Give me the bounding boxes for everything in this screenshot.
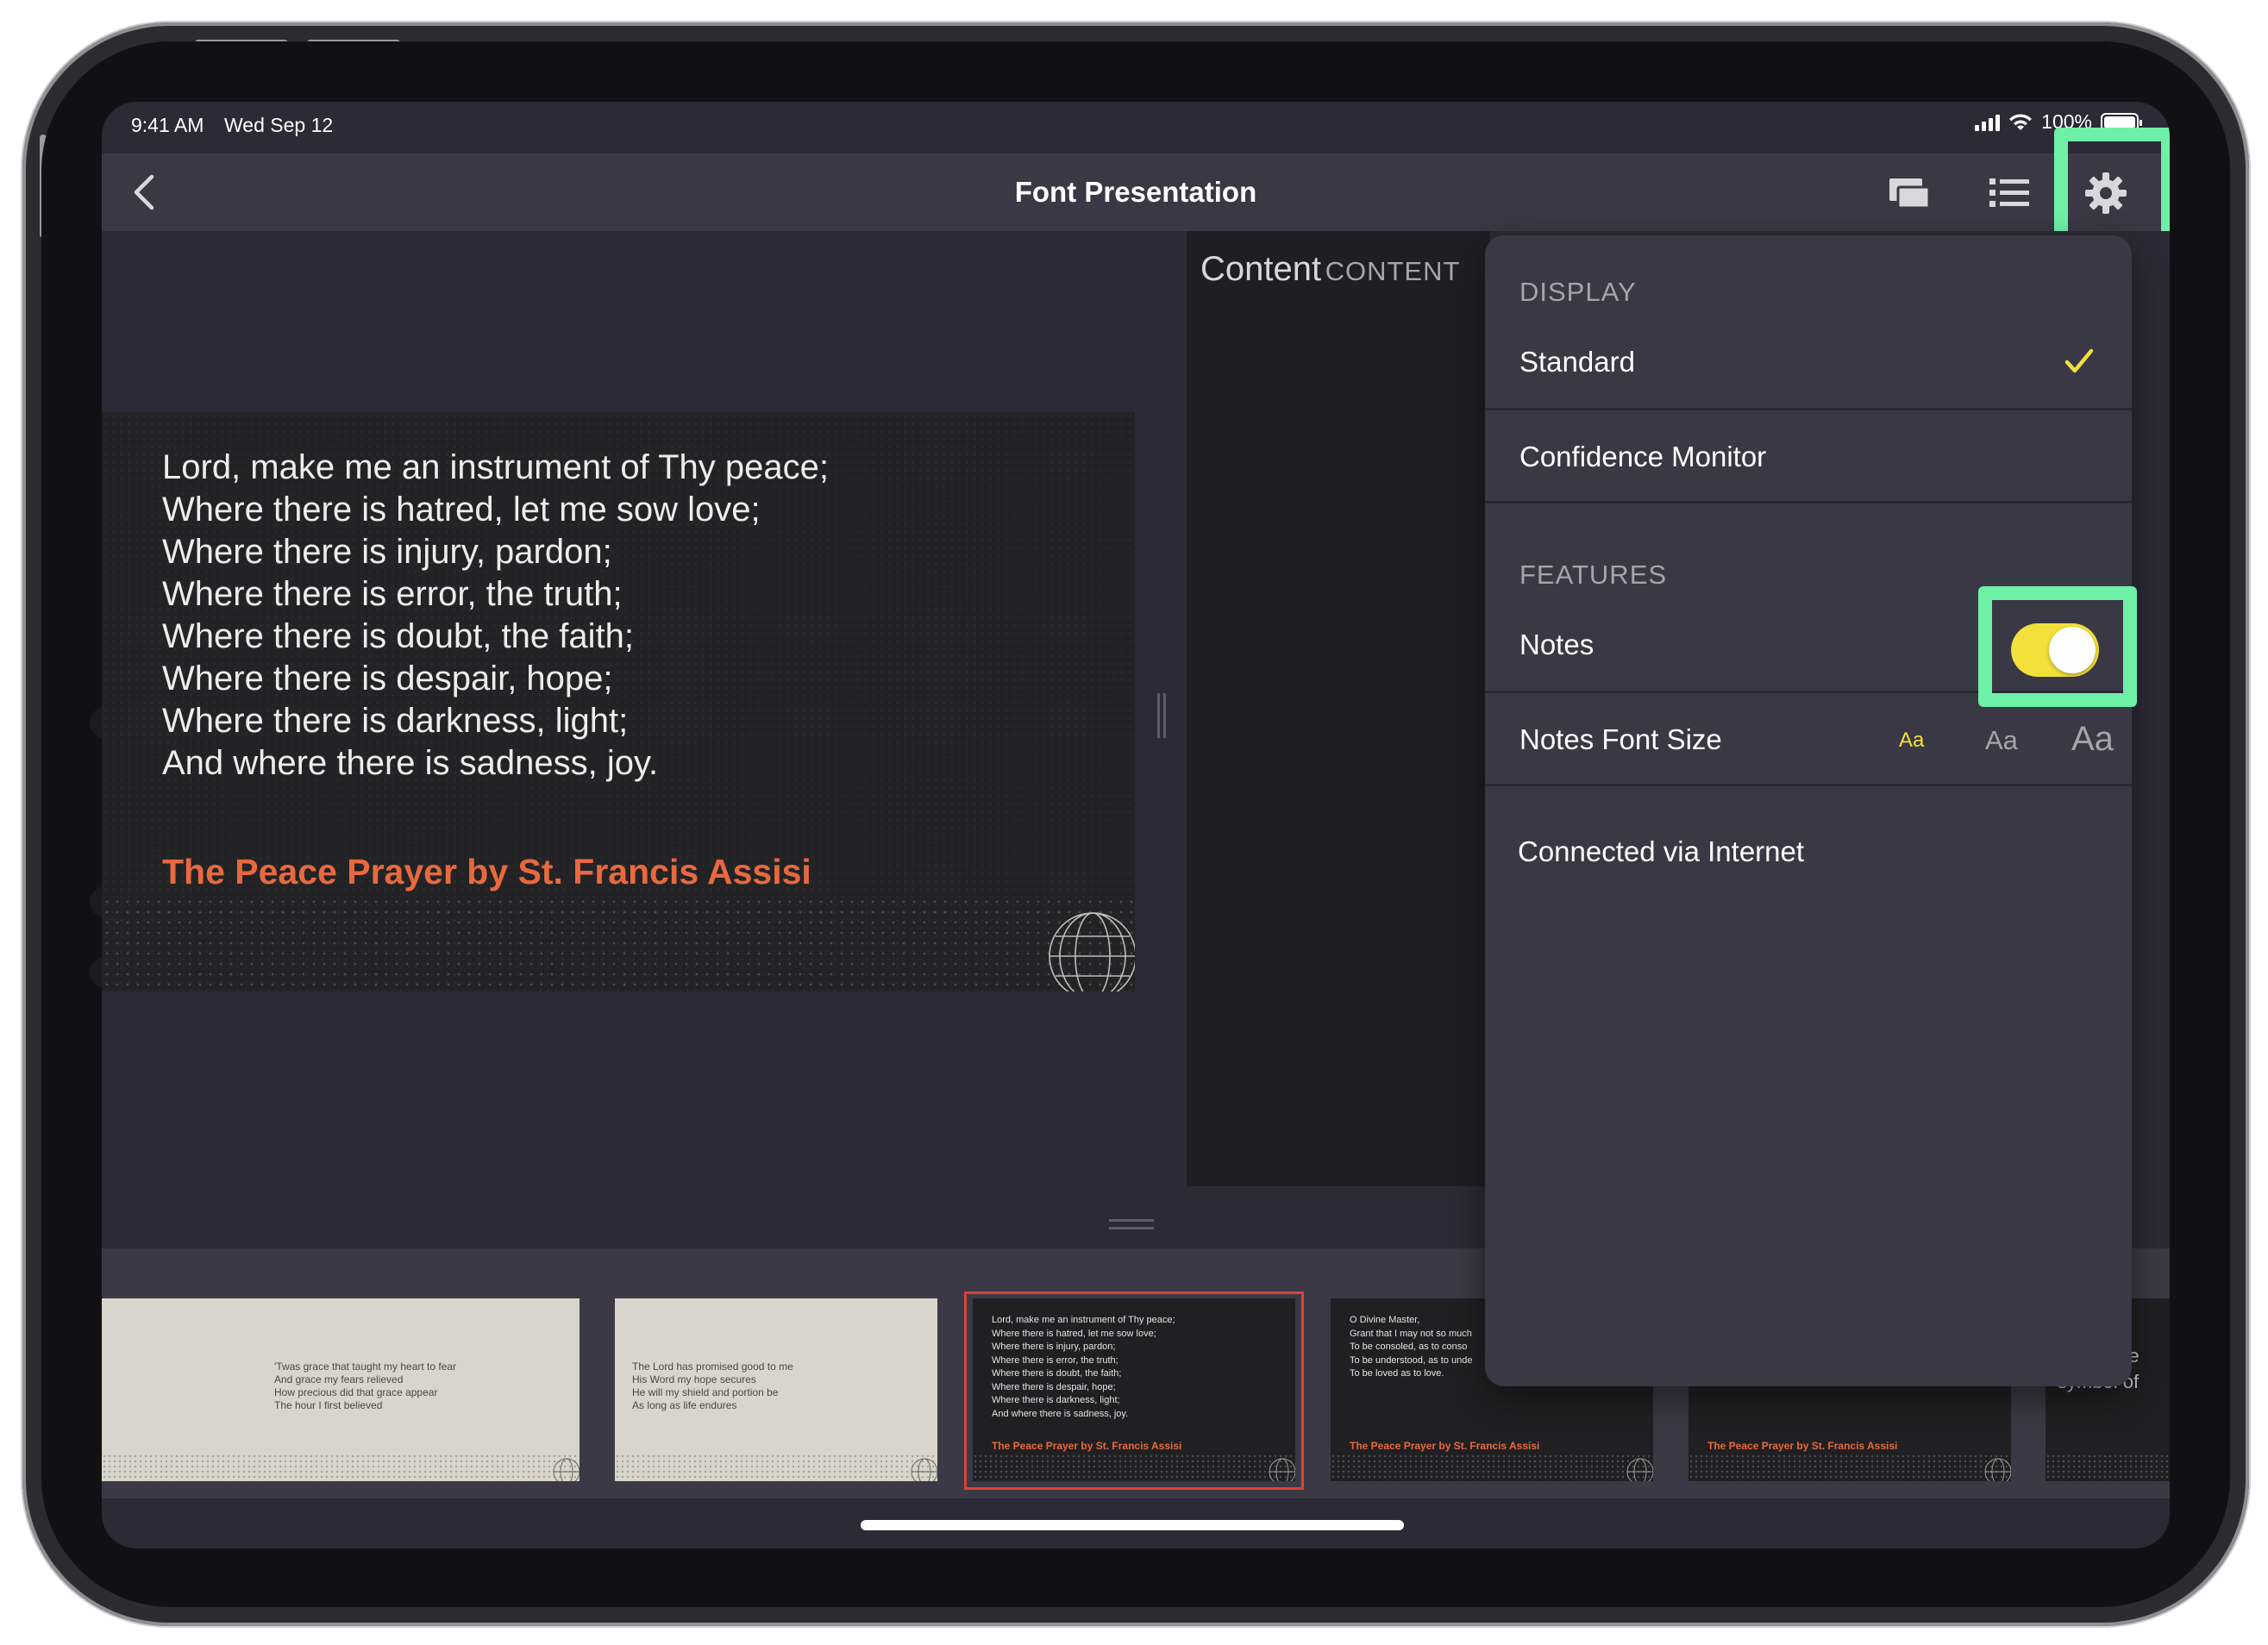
thumbnail-line: And grace my fears relieved	[274, 1373, 404, 1385]
display-button[interactable]	[1883, 167, 1935, 219]
globe-icon	[553, 1458, 580, 1481]
thumbnail-dot-pattern	[1331, 1454, 1653, 1481]
thumbnail-line: How precious did that grace appear	[274, 1386, 438, 1398]
thumbnail-line: To be consoled, as to conso	[1350, 1342, 1468, 1352]
globe-icon	[1269, 1458, 1295, 1481]
status-date: Wed Sep 12	[224, 114, 334, 136]
font-size-medium[interactable]: Aa	[1985, 725, 2018, 756]
notes-font-size-label: Notes Font Size	[1519, 723, 1722, 755]
slide-line: Where there is darkness, light;	[162, 702, 629, 740]
thumbnail-line: His Word my hope secures	[632, 1373, 756, 1385]
globe-icon	[1984, 1458, 2011, 1481]
status-time: 9:41 AM	[131, 114, 204, 136]
option-label: Standard	[1519, 346, 1635, 378]
current-slide[interactable]: Lord, make me an instrument of Thy peace…	[102, 412, 1135, 991]
thumbnail-line: Where there is hatred, let me sow love;	[992, 1328, 1156, 1339]
status-bar: 9:41 AM Wed Sep 12 100%	[102, 102, 2170, 153]
thumbnail-line: Lord, make me an instrument of Thy peace…	[992, 1315, 1175, 1325]
thumbnail-text: 'Twas grace that taught my heart to fear…	[274, 1360, 456, 1412]
display-section-header: DISPLAY	[1519, 277, 1637, 307]
thumbnail-line: Where there is injury, pardon;	[992, 1342, 1116, 1352]
divider	[1485, 784, 2132, 786]
wifi-icon	[2009, 113, 2033, 130]
divider	[1485, 501, 2132, 504]
slide-line: Where there is hatred, let me sow love;	[162, 491, 761, 529]
notes-toggle-highlight-box	[1978, 586, 2137, 707]
slide-line: And where there is sadness, joy.	[162, 744, 659, 782]
settings-highlight-box	[2054, 128, 2170, 247]
thumbnail-line: Grant that I may not so much	[1350, 1328, 1472, 1339]
display-icon	[1889, 178, 1931, 210]
list-icon	[1989, 178, 2029, 207]
globe-icon	[911, 1458, 937, 1481]
notes-subtitle: CONTENT	[1325, 256, 1461, 286]
thumbnail-line: As long as life endures	[632, 1399, 737, 1411]
notes-label: Notes	[1519, 629, 1594, 660]
slide-thumbnail-selected[interactable]: Lord, make me an instrument of Thy peace…	[973, 1298, 1295, 1481]
slide-dot-pattern	[102, 897, 1135, 991]
panel-resize-handle[interactable]	[1157, 693, 1166, 738]
slide-line: Where there is despair, hope;	[162, 660, 613, 697]
strip-resize-handle[interactable]	[1109, 1219, 1154, 1229]
thumbnail-line: O Divine Master,	[1350, 1315, 1420, 1325]
slide-line: Where there is injury, pardon;	[162, 533, 612, 571]
navigation-bar: Font Presentation	[102, 153, 2170, 231]
display-option-standard[interactable]: Standard	[1485, 315, 2132, 408]
connection-status-row: Connected via Internet	[1485, 804, 2132, 898]
thumbnail-line: He will my shield and portion be	[632, 1386, 779, 1398]
checkmark-icon	[2064, 348, 2094, 373]
slide-line: Lord, make me an instrument of Thy peace…	[162, 448, 829, 486]
display-option-confidence-monitor[interactable]: Confidence Monitor	[1485, 410, 2132, 503]
thumbnail-line: The Lord has promised good to me	[632, 1360, 793, 1373]
slide-title: The Peace Prayer by St. Francis Assisi	[162, 852, 811, 891]
thumbnail-line: Where there is darkness, light;	[992, 1395, 1120, 1405]
thumbnail-dot-pattern	[615, 1454, 937, 1481]
slide-thumbnail[interactable]: 'Twas grace that taught my heart to fear…	[257, 1298, 580, 1481]
thumbnail-dot-pattern	[1688, 1454, 2011, 1481]
thumbnail-line: To be understood, as to unde	[1350, 1354, 1473, 1366]
notes-panel: Content CONTENT	[1187, 231, 1490, 1186]
thumbnail-line: 'Twas grace that taught my heart to fear	[274, 1360, 457, 1373]
app-screen: 9:41 AM Wed Sep 12 100% Font Presentatio…	[102, 102, 2170, 1548]
page-title: Font Presentation	[1014, 176, 1257, 208]
thumbnail-line: Where there is error, the truth;	[992, 1354, 1118, 1366]
thumbnail-line: The hour I first believed	[274, 1399, 383, 1411]
home-indicator[interactable]	[861, 1520, 1404, 1530]
thumbnail-text: O Divine Master, Grant that I may not so…	[1350, 1314, 1473, 1381]
notes-header: Content CONTENT	[1200, 250, 1460, 289]
thumbnail-text: The Lord has promised good to me His Wor…	[632, 1360, 793, 1412]
thumbnail-dot-pattern	[257, 1454, 580, 1481]
thumbnail-title: The Peace Prayer by St. Francis Assisi	[1350, 1440, 1540, 1452]
features-section-header: FEATURES	[1519, 560, 1668, 590]
slide-lyrics: Lord, make me an instrument of Thy peace…	[162, 447, 829, 785]
font-size-small[interactable]: Aa	[1899, 729, 1924, 753]
thumbnail-title: The Peace Prayer by St. Francis Assisi	[992, 1440, 1182, 1452]
globe-icon	[1049, 912, 1135, 991]
slide-line: Where there is doubt, the faith;	[162, 617, 634, 655]
thumbnail-title: The Peace Prayer by St. Francis Assisi	[1707, 1440, 1898, 1452]
globe-icon	[1626, 1458, 1653, 1481]
list-button[interactable]	[1983, 167, 2035, 219]
slide-thumbnail[interactable]: The Lord has promised good to me His Wor…	[615, 1298, 937, 1481]
cellular-signal-icon	[1975, 114, 2001, 131]
thumbnail-line: And where there is sadness, joy.	[992, 1408, 1129, 1419]
notes-title: Content	[1200, 250, 1322, 288]
thumbnail-dot-pattern	[973, 1454, 1295, 1481]
thumbnail-dot-pattern	[2046, 1454, 2170, 1481]
font-size-large[interactable]: Aa	[2071, 720, 2114, 759]
settings-popover: DISPLAY Standard Confidence Monitor FEAT…	[1485, 235, 2132, 1386]
thumbnail-line: To be loved as to love.	[1350, 1368, 1444, 1379]
thumbnail-text: Lord, make me an instrument of Thy peace…	[992, 1314, 1175, 1421]
slide-line: Where there is error, the truth;	[162, 575, 623, 613]
option-label: Confidence Monitor	[1519, 441, 1767, 472]
thumbnail-line: Where there is doubt, the faith;	[992, 1368, 1122, 1379]
thumbnail-line: Where there is despair, hope;	[992, 1381, 1116, 1392]
connection-status: Connected via Internet	[1518, 835, 1805, 867]
